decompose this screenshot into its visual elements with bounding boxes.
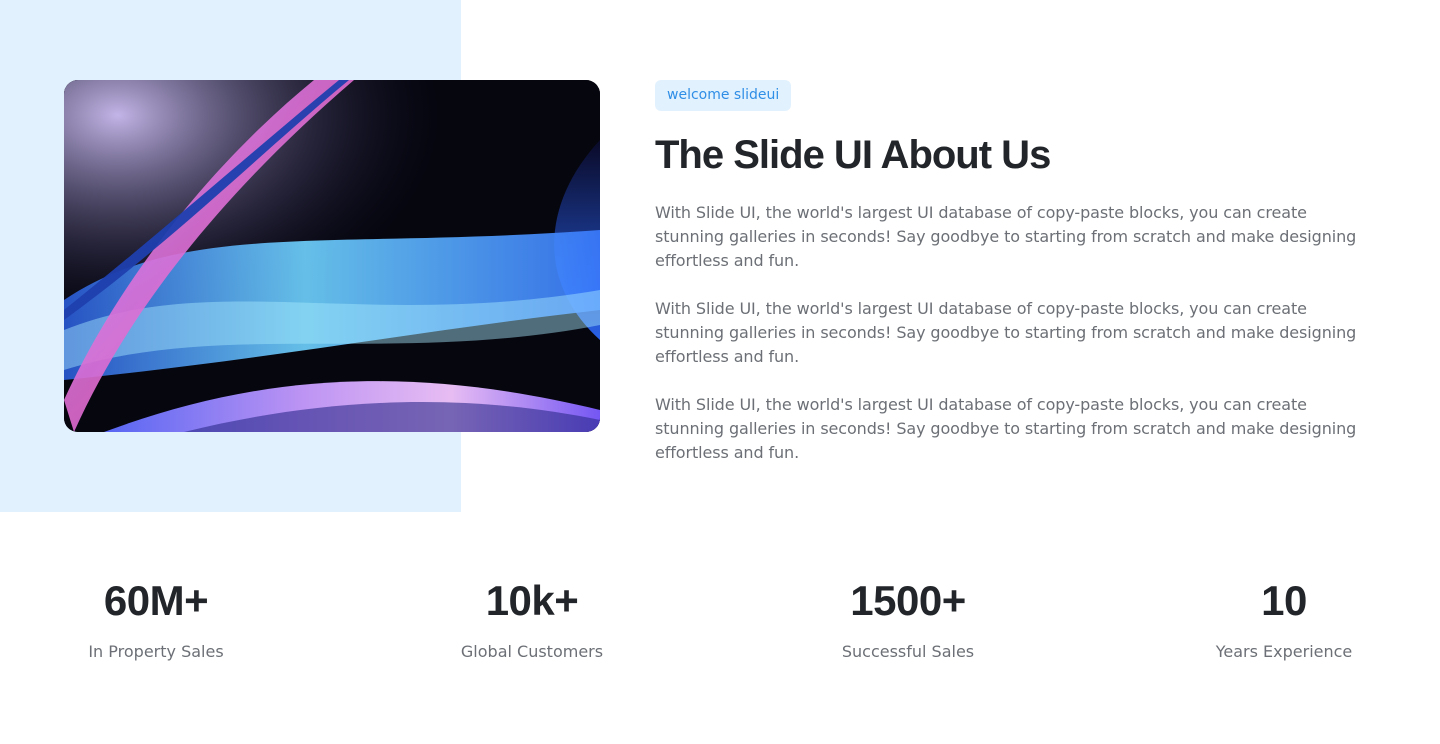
about-content: welcome slideui The Slide UI About Us Wi… <box>655 80 1375 465</box>
stat-successful-sales: 1500+ Successful Sales <box>758 575 1058 664</box>
stat-value: 10k+ <box>485 577 579 624</box>
stat-label: In Property Sales <box>88 642 224 661</box>
about-paragraph-3: With Slide UI, the world's largest UI da… <box>655 395 1357 462</box>
stat-label: Global Customers <box>460 642 604 661</box>
stat-global-customers: 10k+ Global Customers <box>382 575 682 664</box>
stat-value: 10 <box>1261 577 1307 624</box>
abstract-wave-graphic <box>64 80 600 432</box>
stat-value: 60M+ <box>103 577 209 624</box>
stats-row: 60M+ In Property Sales 10k+ Global Custo… <box>0 575 1440 675</box>
about-paragraph-1: With Slide UI, the world's largest UI da… <box>655 203 1357 270</box>
stat-property-sales: 60M+ In Property Sales <box>6 575 306 664</box>
abstract-wave-image <box>64 80 600 432</box>
welcome-badge: welcome slideui <box>655 80 792 111</box>
stat-value: 1500+ <box>850 577 966 624</box>
page-title: The Slide UI About Us <box>655 133 1051 177</box>
stat-years-experience: 10 Years Experience <box>1134 575 1434 664</box>
stat-label: Years Experience <box>1215 642 1353 661</box>
stat-label: Successful Sales <box>841 642 975 661</box>
about-paragraph-2: With Slide UI, the world's largest UI da… <box>655 299 1357 366</box>
